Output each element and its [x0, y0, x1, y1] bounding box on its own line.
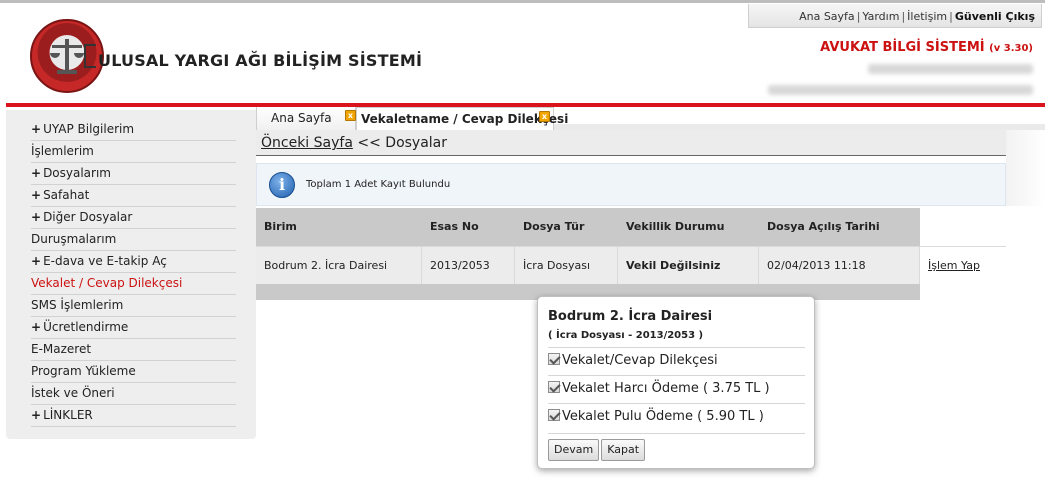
logo-bracket	[84, 44, 96, 68]
option-label: Vekalet Harcı Ödeme ( 3.75 TL )	[562, 381, 770, 396]
table-row: Bodrum 2. İcra Dairesi 2013/2053 İcra Do…	[256, 246, 1006, 284]
option-harc-odeme[interactable]: Vekalet Harcı Ödeme ( 3.75 TL )	[548, 375, 805, 403]
popup-subtitle: ( İcra Dosyası - 2013/2053 )	[548, 330, 704, 341]
expand-plus-icon: +	[31, 166, 42, 180]
sidebar-item-e-mazeret[interactable]: E-Mazeret	[31, 339, 236, 361]
info-message-box: i Toplam 1 Adet Kayıt Bulundu	[256, 163, 1006, 206]
checkbox-checked[interactable]	[548, 409, 560, 421]
sidebar-item-ucretlendirme[interactable]: + Ücretlendirme	[31, 317, 236, 339]
app-version: (v 3.30)	[989, 43, 1033, 54]
separator: |	[856, 10, 861, 23]
sidebar-item-vekalet[interactable]: Vekalet / Cevap Dilekçesi	[31, 273, 236, 295]
option-pul-odeme[interactable]: Vekalet Pulu Ödeme ( 5.90 TL )	[548, 403, 805, 431]
contact-link[interactable]: İletişim	[907, 10, 947, 23]
sidebar-menu: + UYAP Bilgilerim İşlemlerim + Dosyalarım …	[6, 110, 256, 439]
expand-plus-icon: +	[31, 122, 42, 136]
column-header-acilis-tarihi: Dosya Açılış Tarihi	[767, 220, 880, 233]
separator: |	[949, 10, 953, 23]
tab-bar: Ana Sayfa x Vekaletname / Cevap Dilekçes…	[256, 107, 1045, 130]
sidebar-item-label: LİNKLER	[43, 408, 93, 422]
system-name: ULUSAL YARGI AĞI BİLİŞİM SİSTEMİ	[98, 51, 423, 70]
popup-title: Bodrum 2. İcra Dairesi	[548, 309, 713, 324]
sidebar-item-safahat[interactable]: + Safahat	[31, 185, 236, 207]
sidebar-item-label: Safahat	[43, 188, 90, 202]
breadcrumb: Önceki Sayfa << Dosyalar	[256, 130, 1006, 156]
scales-of-justice-icon	[50, 35, 84, 75]
blurred-date-info	[768, 85, 1033, 95]
sidebar-item-linkler[interactable]: + LİNKLER	[31, 405, 236, 427]
tab-label: Vekaletname / Cevap Dilekçesi	[361, 112, 569, 126]
help-link[interactable]: Yardım	[862, 10, 899, 23]
sidebar-item-label: UYAP Bilgilerim	[43, 122, 135, 136]
close-icon[interactable]: x	[345, 110, 356, 121]
islem-yap-link[interactable]: İşlem Yap	[928, 259, 980, 272]
cell-dosya-tur: İcra Dosyası	[515, 247, 618, 284]
sidebar-item-e-dava[interactable]: + E-dava ve E-takip Aç	[31, 251, 236, 273]
sidebar-item-durusmalarim[interactable]: Duruşmalarım	[31, 229, 236, 251]
separator: |	[901, 10, 906, 23]
sidebar-item-diger-dosyalar[interactable]: + Diğer Dosyalar	[31, 207, 236, 229]
column-header-esas-no: Esas No	[430, 220, 479, 233]
popup-button-row: Devam Kapat	[548, 433, 805, 461]
info-icon: i	[269, 172, 295, 198]
expand-plus-icon: +	[31, 210, 42, 224]
sidebar-item-islemlerim[interactable]: İşlemlerim	[31, 141, 236, 163]
cell-vekillik: Vekil Değilsiniz	[618, 247, 759, 284]
checkbox-checked[interactable]	[548, 353, 560, 365]
sidebar-item-label: Dosyalarım	[43, 166, 111, 180]
tab-ana-sayfa[interactable]: Ana Sayfa x	[256, 107, 356, 130]
checkbox-checked[interactable]	[548, 381, 560, 393]
tab-label: Ana Sayfa	[271, 111, 332, 125]
blurred-user-info	[868, 64, 1033, 74]
expand-plus-icon: +	[31, 254, 42, 268]
sidebar-item-program-yukleme[interactable]: Program Yükleme	[31, 361, 236, 383]
option-vekalet-dilekce[interactable]: Vekalet/Cevap Dilekçesi	[548, 347, 805, 375]
sidebar-item-label: Duruşmalarım	[31, 232, 117, 246]
close-icon[interactable]: x	[539, 111, 550, 122]
content-edge-shade	[1006, 130, 1045, 206]
column-header-dosya-tur: Dosya Tür	[523, 220, 585, 233]
column-header-birim: Birim	[264, 220, 297, 233]
table-header: Birim Esas No Dosya Tür Vekillik Durumu …	[256, 208, 920, 246]
previous-page-link[interactable]: Önceki Sayfa	[261, 135, 353, 151]
sidebar-item-label: İşlemlerim	[31, 144, 94, 158]
sidebar-item-label: E-dava ve E-takip Aç	[43, 254, 167, 268]
app-title-text: AVUKAT BİLGİ SİSTEMİ	[820, 40, 985, 55]
logout-link[interactable]: Güvenli Çıkış	[955, 10, 1035, 23]
tab-vekaletname[interactable]: Vekaletname / Cevap Dilekçesi x	[356, 107, 568, 130]
column-header-vekillik: Vekillik Durumu	[626, 220, 725, 233]
sidebar-item-label: Ücretlendirme	[43, 320, 129, 334]
cell-acilis-tarihi: 02/04/2013 11:18	[759, 247, 920, 284]
sidebar-item-label: SMS İşlemlerim	[31, 298, 124, 312]
cell-esas-no: 2013/2053	[422, 247, 515, 284]
sidebar-item-sms[interactable]: SMS İşlemlerim	[31, 295, 236, 317]
info-message: Toplam 1 Adet Kayıt Bulundu	[306, 179, 451, 190]
option-label: Vekalet Pulu Ödeme ( 5.90 TL )	[562, 409, 764, 424]
sidebar-item-label: Vekalet / Cevap Dilekçesi	[31, 276, 183, 290]
app-title: AVUKAT BİLGİ SİSTEMİ (v 3.30)	[820, 40, 1033, 55]
header: Ana Sayfa | Yardım | İletişim | Güvenli Çıkış …	[0, 0, 1045, 104]
sidebar-item-dosyalarim[interactable]: + Dosyalarım	[31, 163, 236, 185]
sidebar-item-label: Diğer Dosyalar	[43, 210, 133, 224]
option-label: Vekalet/Cevap Dilekçesi	[562, 353, 718, 368]
header-top-border	[0, 0, 1045, 3]
sidebar-item-istek-oneri[interactable]: İstek ve Öneri	[31, 383, 236, 405]
expand-plus-icon: +	[31, 320, 42, 334]
sidebar-item-label: Program Yükleme	[31, 364, 136, 378]
expand-plus-icon: +	[31, 188, 42, 202]
continue-button[interactable]: Devam	[548, 439, 600, 461]
sidebar-item-label: İstek ve Öneri	[31, 386, 115, 400]
expand-plus-icon: +	[31, 408, 42, 422]
cell-action: İşlem Yap	[920, 247, 1006, 284]
breadcrumb-trail: << Dosyalar	[357, 135, 448, 151]
action-popup: Bodrum 2. İcra Dairesi ( İcra Dosyası - …	[537, 296, 815, 469]
cell-birim: Bodrum 2. İcra Dairesi	[256, 247, 422, 284]
close-button[interactable]: Kapat	[601, 439, 646, 461]
top-links-bar: Ana Sayfa | Yardım | İletişim | Güvenli Çıkış	[748, 4, 1042, 28]
sidebar-item-uyap-bilgilerim[interactable]: + UYAP Bilgilerim	[31, 119, 236, 141]
home-link[interactable]: Ana Sayfa	[799, 10, 855, 23]
sidebar-item-label: E-Mazeret	[31, 342, 92, 356]
